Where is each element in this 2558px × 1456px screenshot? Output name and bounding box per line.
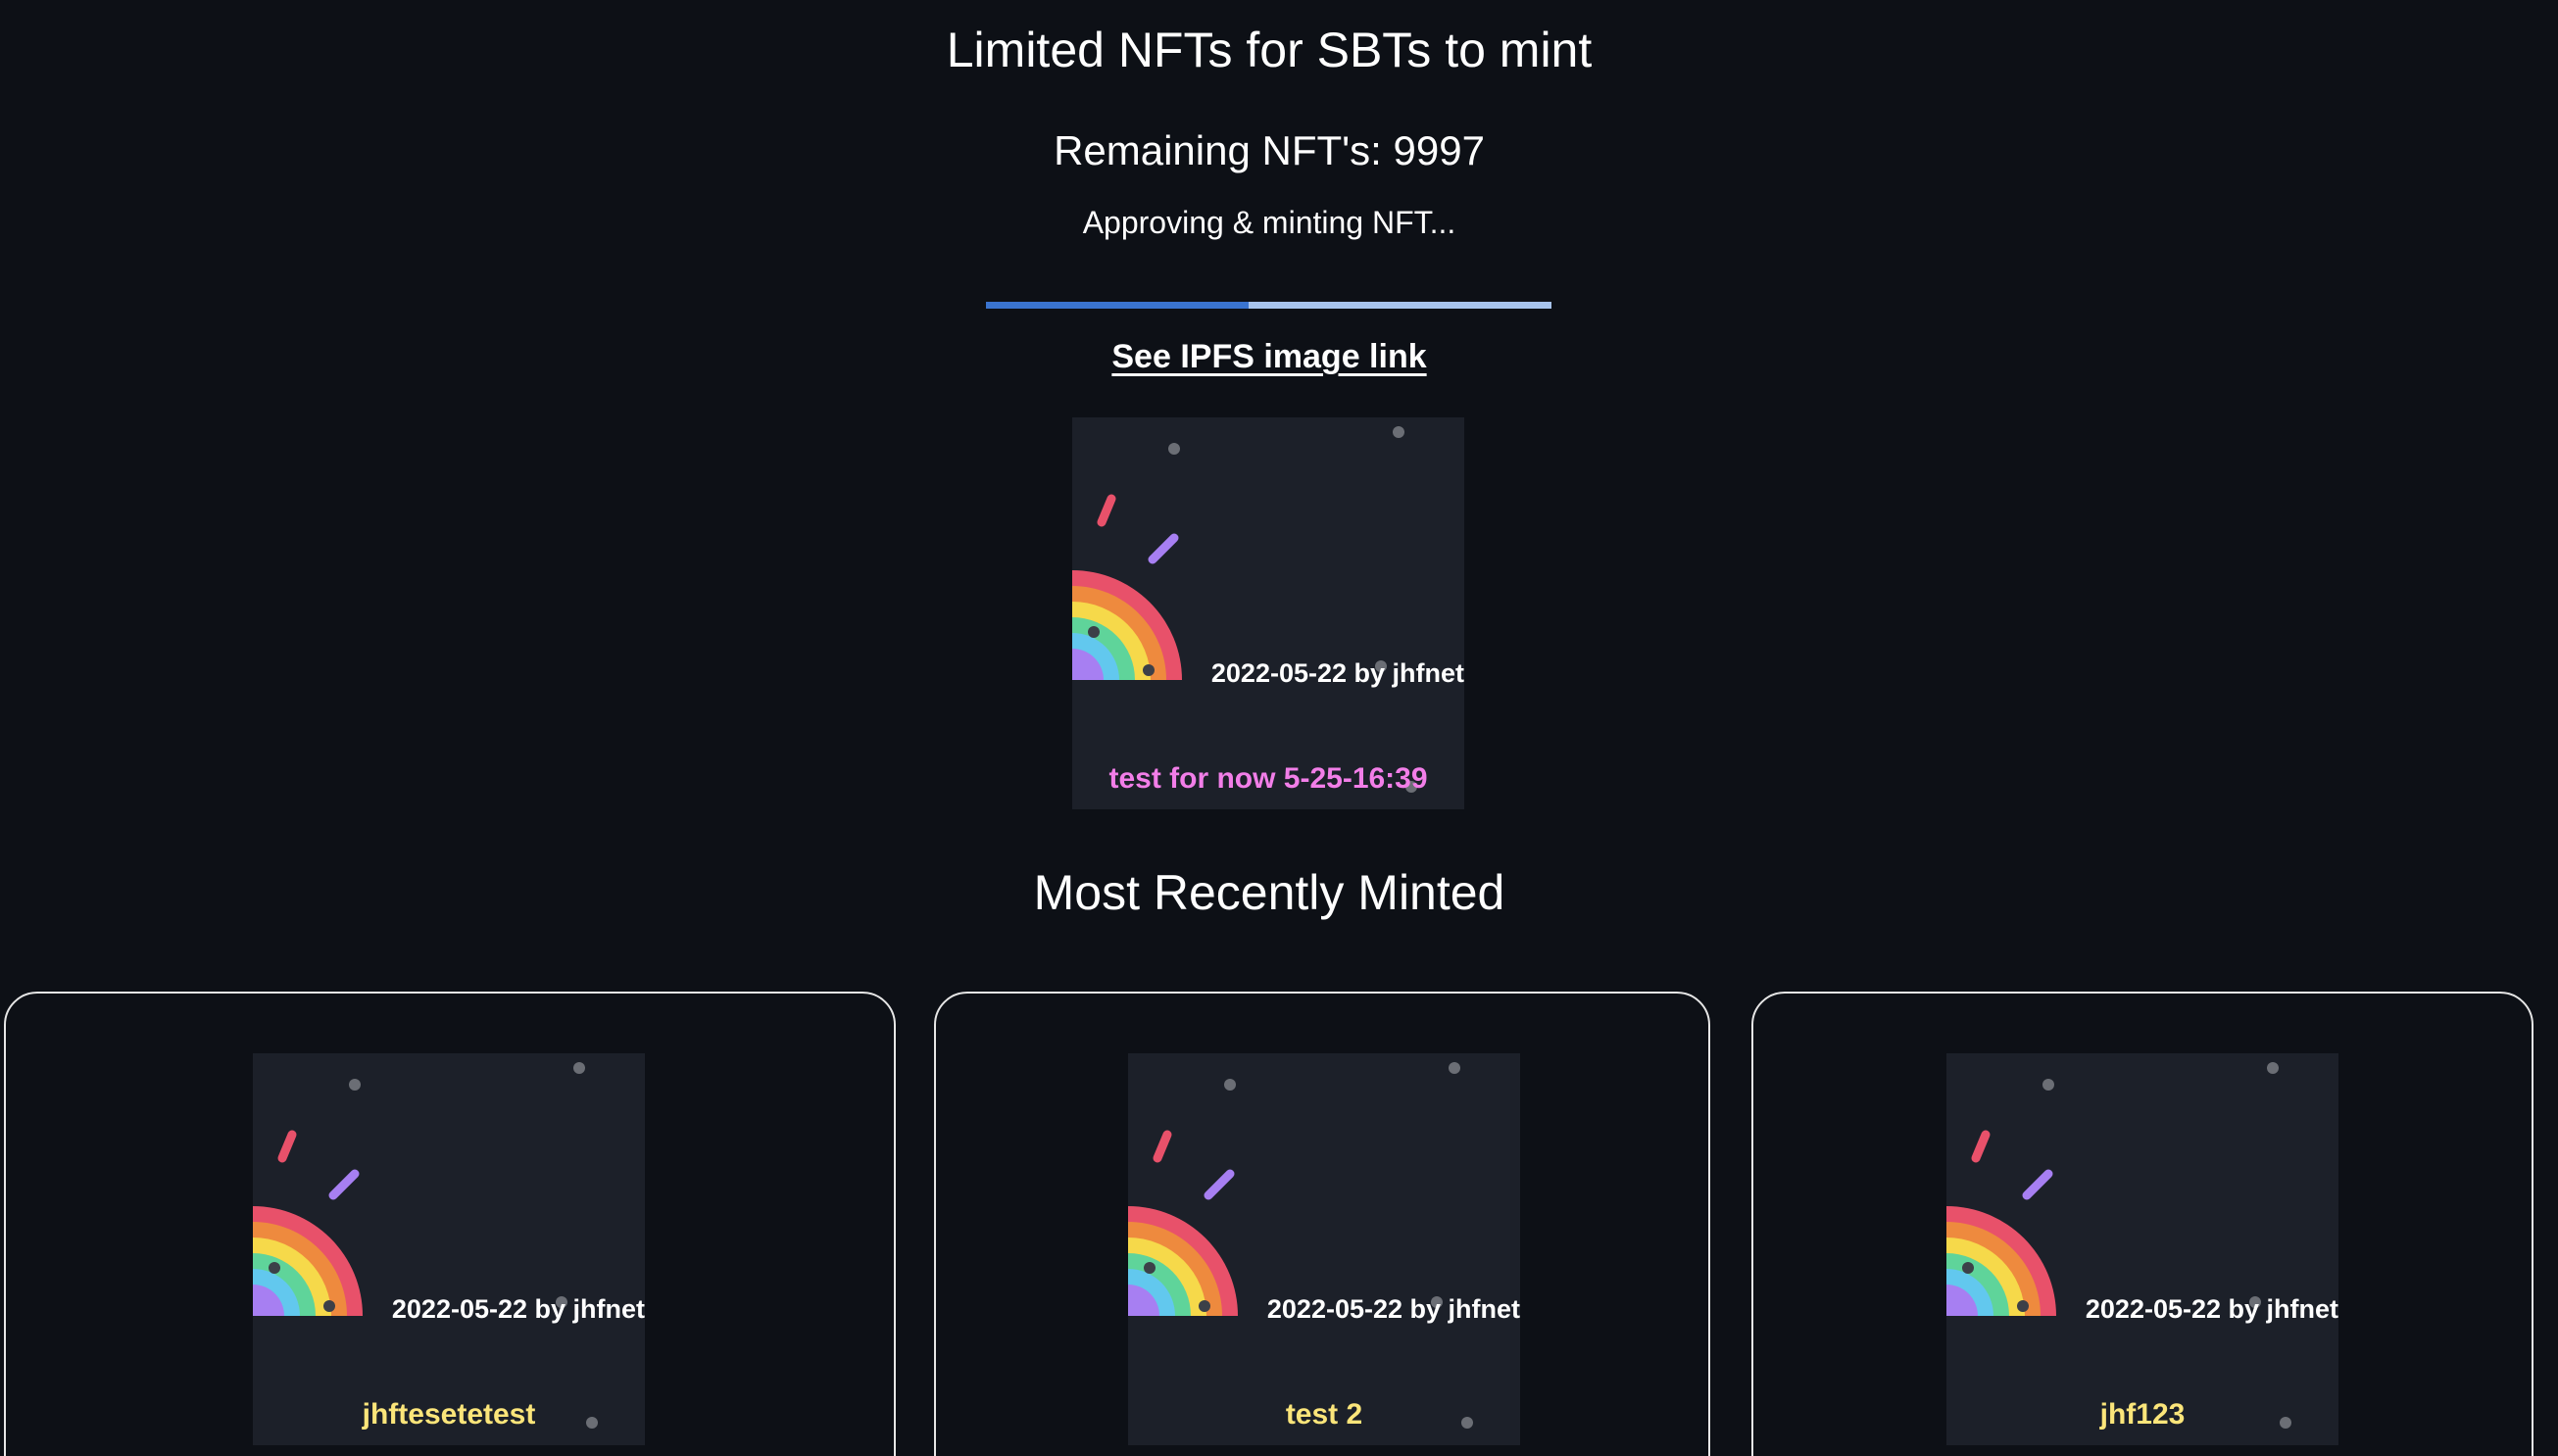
mint-page: Limited NFTs for SBTs to mint Remaining … [0, 0, 2558, 1456]
confetti-dot [1144, 1262, 1156, 1274]
rainbow-artwork-icon [253, 1062, 598, 1429]
confetti-stroke [328, 1169, 360, 1200]
confetti-dot [2267, 1062, 2279, 1074]
confetti-dot [1962, 1262, 1974, 1274]
nft-date-author: 2022-05-22 by jhfnet [2085, 1294, 2338, 1324]
confetti-stroke [2022, 1169, 2053, 1200]
nft-date-author: 2022-05-22 by jhfnet [391, 1294, 645, 1324]
confetti-dot [349, 1079, 361, 1091]
minting-progress-bar [986, 302, 1551, 309]
minting-status: Approving & minting NFT... [1082, 205, 1456, 240]
confetti-dot [1449, 1062, 1460, 1074]
recent-nft-card[interactable]: 2022-05-22 by jhfnet test 2 [934, 992, 1710, 1456]
confetti-dot [1199, 1300, 1210, 1312]
confetti-stroke [1971, 1130, 1991, 1163]
confetti-dot [1088, 626, 1100, 638]
confetti-dot [1143, 664, 1155, 676]
nft-image: 2022-05-22 by jhfnet jhftesetetest [253, 1053, 645, 1445]
confetti-stroke [1097, 494, 1116, 527]
nft-name: test 2 [1285, 1398, 1363, 1431]
confetti-stroke [1153, 1130, 1172, 1163]
confetti-dot [269, 1262, 280, 1274]
recent-nft-card[interactable]: 2022-05-22 by jhfnet jhftesetetest [4, 992, 896, 1456]
confetti-dot [1393, 426, 1404, 438]
nft-date-author: 2022-05-22 by jhfnet [1266, 1294, 1520, 1324]
confetti-dot [2017, 1300, 2029, 1312]
recent-nft-card[interactable]: 2022-05-22 by jhfnet jhf123 [1751, 992, 2533, 1456]
nft-name: jhf123 [2099, 1398, 2186, 1431]
confetti-dot [573, 1062, 585, 1074]
confetti-stroke [1148, 533, 1179, 564]
nft-date-author: 2022-05-22 by jhfnet [1210, 658, 1464, 688]
minting-progress-fill [986, 302, 1250, 309]
confetti-dot [1224, 1079, 1236, 1091]
recent-section-title: Most Recently Minted [1033, 865, 1505, 920]
confetti-dot [1168, 443, 1180, 455]
rainbow-artwork-icon [1946, 1062, 2291, 1429]
nft-image: 2022-05-22 by jhfnet test 2 [1128, 1053, 1520, 1445]
nft-name: test for now 5-25-16:39 [1108, 762, 1428, 795]
nft-image: 2022-05-22 by jhfnet jhf123 [1946, 1053, 2338, 1445]
rainbow-artwork-icon [1072, 426, 1417, 793]
confetti-stroke [1204, 1169, 1235, 1200]
nft-preview-image: 2022-05-22 by jhfnet test for now 5-25-1… [1072, 417, 1464, 809]
confetti-dot [323, 1300, 335, 1312]
confetti-dot [2042, 1079, 2054, 1091]
confetti-stroke [277, 1130, 297, 1163]
ipfs-image-link[interactable]: See IPFS image link [0, 338, 2538, 376]
remaining-count: Remaining NFT's: 9997 [1054, 127, 1485, 173]
nft-name: jhftesetetest [362, 1398, 536, 1431]
page-title: Limited NFTs for SBTs to mint [946, 23, 1593, 77]
rainbow-artwork-icon [1128, 1062, 1473, 1429]
